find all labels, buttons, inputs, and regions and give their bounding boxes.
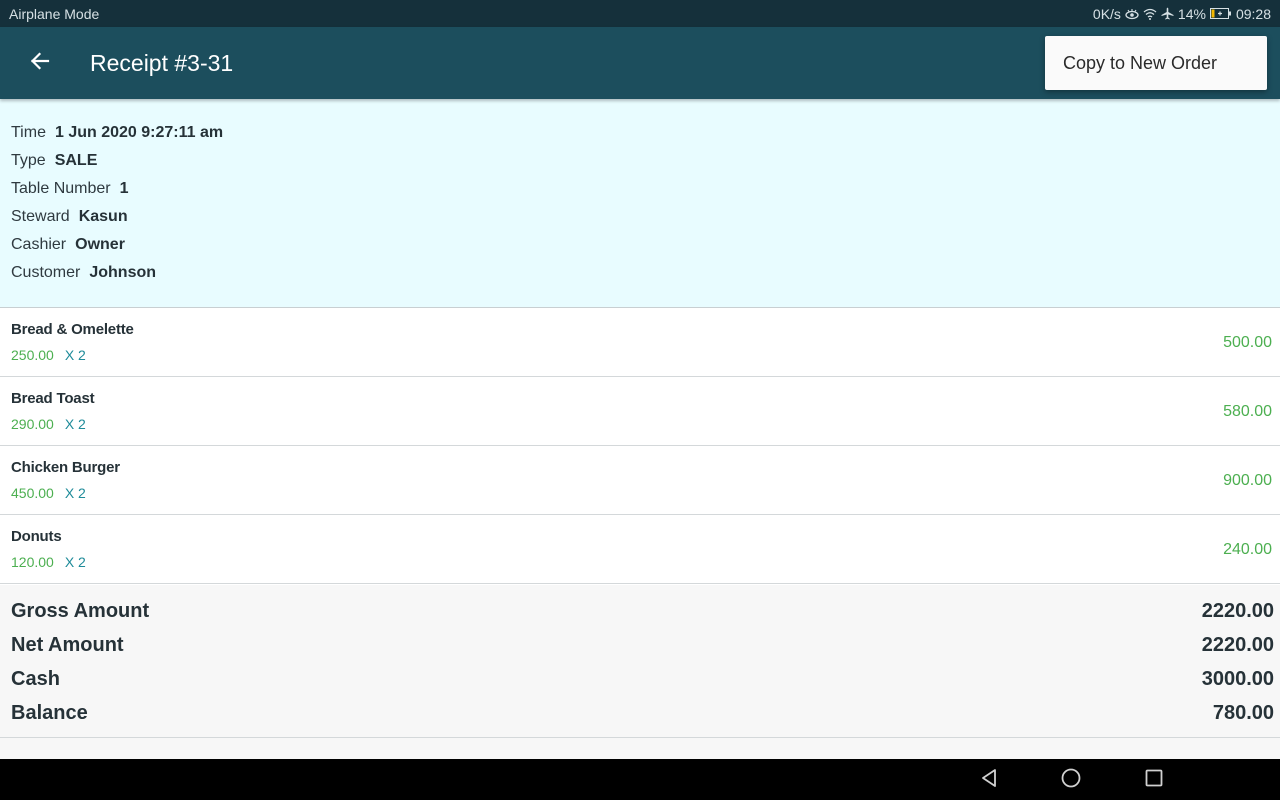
- info-value: 1: [119, 180, 129, 197]
- item-name: Bread Toast: [11, 390, 95, 407]
- item-quantity: X 2: [64, 485, 86, 501]
- item-unit-price: 450.00: [11, 485, 54, 501]
- arrow-left-icon: [30, 51, 50, 75]
- battery-charging-icon: [1209, 8, 1232, 19]
- info-row-type: Type SALE: [11, 147, 1269, 175]
- item-details: 250.00 X 2: [11, 347, 1269, 363]
- item-name: Bread & Omelette: [11, 321, 134, 338]
- item-details: 450.00 X 2: [11, 485, 1269, 501]
- line-item[interactable]: Bread Toast 290.00 X 2 580.00: [0, 377, 1280, 446]
- receipt-info-panel: Time 1 Jun 2020 9:27:11 am Type SALE Tab…: [0, 99, 1280, 308]
- item-total: 580.00: [1223, 403, 1272, 420]
- item-unit-price: 290.00: [11, 416, 54, 432]
- total-label: Cash: [11, 667, 60, 690]
- info-value: Johnson: [89, 264, 157, 281]
- item-name: Donuts: [11, 528, 62, 545]
- network-speed: 0K/s: [1092, 5, 1121, 22]
- line-items-list: Bread & Omelette 250.00 X 2 500.00 Bread…: [0, 308, 1280, 584]
- item-total: 900.00: [1223, 472, 1272, 489]
- total-label: Gross Amount: [11, 599, 150, 622]
- total-row-cash: Cash 3000.00: [11, 662, 1274, 696]
- item-unit-price: 120.00: [11, 554, 54, 570]
- info-label: Cashier: [11, 236, 67, 253]
- page-title: Receipt #3-31: [90, 49, 234, 76]
- total-value: 3000.00: [1201, 667, 1274, 690]
- total-row-net-amount: Net Amount 2220.00: [11, 628, 1274, 662]
- info-row-table-number: Table Number 1: [11, 175, 1269, 203]
- nav-recents-button[interactable]: [1141, 767, 1167, 793]
- eye-comfort-icon: [1125, 8, 1139, 20]
- info-value: SALE: [54, 152, 98, 169]
- nav-home-button[interactable]: [1058, 767, 1084, 793]
- back-button[interactable]: [0, 27, 80, 99]
- item-details: 290.00 X 2: [11, 416, 1269, 432]
- total-label: Balance: [11, 701, 88, 724]
- item-total: 240.00: [1223, 541, 1272, 558]
- status-airplane-mode-text: Airplane Mode: [9, 5, 100, 22]
- info-label: Time: [11, 124, 46, 141]
- info-row-customer: Customer Johnson: [11, 259, 1269, 287]
- total-value: 2220.00: [1201, 633, 1274, 656]
- info-row-cashier: Cashier Owner: [11, 231, 1269, 259]
- info-row-steward: Steward Kasun: [11, 203, 1269, 231]
- line-item[interactable]: Bread & Omelette 250.00 X 2 500.00: [0, 308, 1280, 377]
- footer-spacer: [0, 738, 1280, 759]
- nav-back-button[interactable]: [976, 767, 1002, 793]
- status-indicators: 0K/s 14% 09:28: [1093, 6, 1271, 22]
- item-quantity: X 2: [64, 416, 86, 432]
- item-quantity: X 2: [64, 347, 86, 363]
- home-circle-icon: [1061, 768, 1081, 793]
- info-value: 1 Jun 2020 9:27:11 am: [54, 124, 224, 141]
- item-quantity: X 2: [64, 554, 86, 570]
- menu-item-copy-to-new-order[interactable]: Copy to New Order: [1045, 36, 1267, 90]
- info-label: Table Number: [11, 180, 111, 197]
- total-value: 2220.00: [1201, 599, 1274, 622]
- wifi-icon: [1143, 8, 1157, 20]
- item-details: 120.00 X 2: [11, 554, 1269, 570]
- status-bar: Airplane Mode 0K/s 14% 09:28: [0, 0, 1280, 27]
- status-time: 09:28: [1235, 5, 1271, 22]
- info-value: Kasun: [78, 208, 128, 225]
- info-label: Steward: [11, 208, 70, 225]
- info-label: Type: [11, 152, 46, 169]
- line-item[interactable]: Donuts 120.00 X 2 240.00: [0, 515, 1280, 584]
- total-row-gross-amount: Gross Amount 2220.00: [11, 594, 1274, 628]
- total-label: Net Amount: [11, 633, 124, 656]
- info-row-time: Time 1 Jun 2020 9:27:11 am: [11, 119, 1269, 147]
- item-total: 500.00: [1223, 334, 1272, 351]
- info-value: Owner: [75, 236, 125, 253]
- recents-square-icon: [1145, 769, 1163, 792]
- menu-item-label: Copy to New Order: [1063, 52, 1218, 73]
- system-navigation-bar: [0, 759, 1280, 800]
- battery-percent: 14%: [1177, 5, 1206, 22]
- back-triangle-icon: [980, 768, 998, 793]
- total-value: 780.00: [1212, 701, 1274, 724]
- item-name: Chicken Burger: [11, 459, 120, 476]
- item-unit-price: 250.00: [11, 347, 54, 363]
- total-row-balance: Balance 780.00: [11, 696, 1274, 730]
- airplane-icon: [1161, 7, 1174, 20]
- totals-panel: Gross Amount 2220.00 Net Amount 2220.00 …: [0, 585, 1280, 738]
- info-label: Customer: [11, 264, 81, 281]
- line-item[interactable]: Chicken Burger 450.00 X 2 900.00: [0, 446, 1280, 515]
